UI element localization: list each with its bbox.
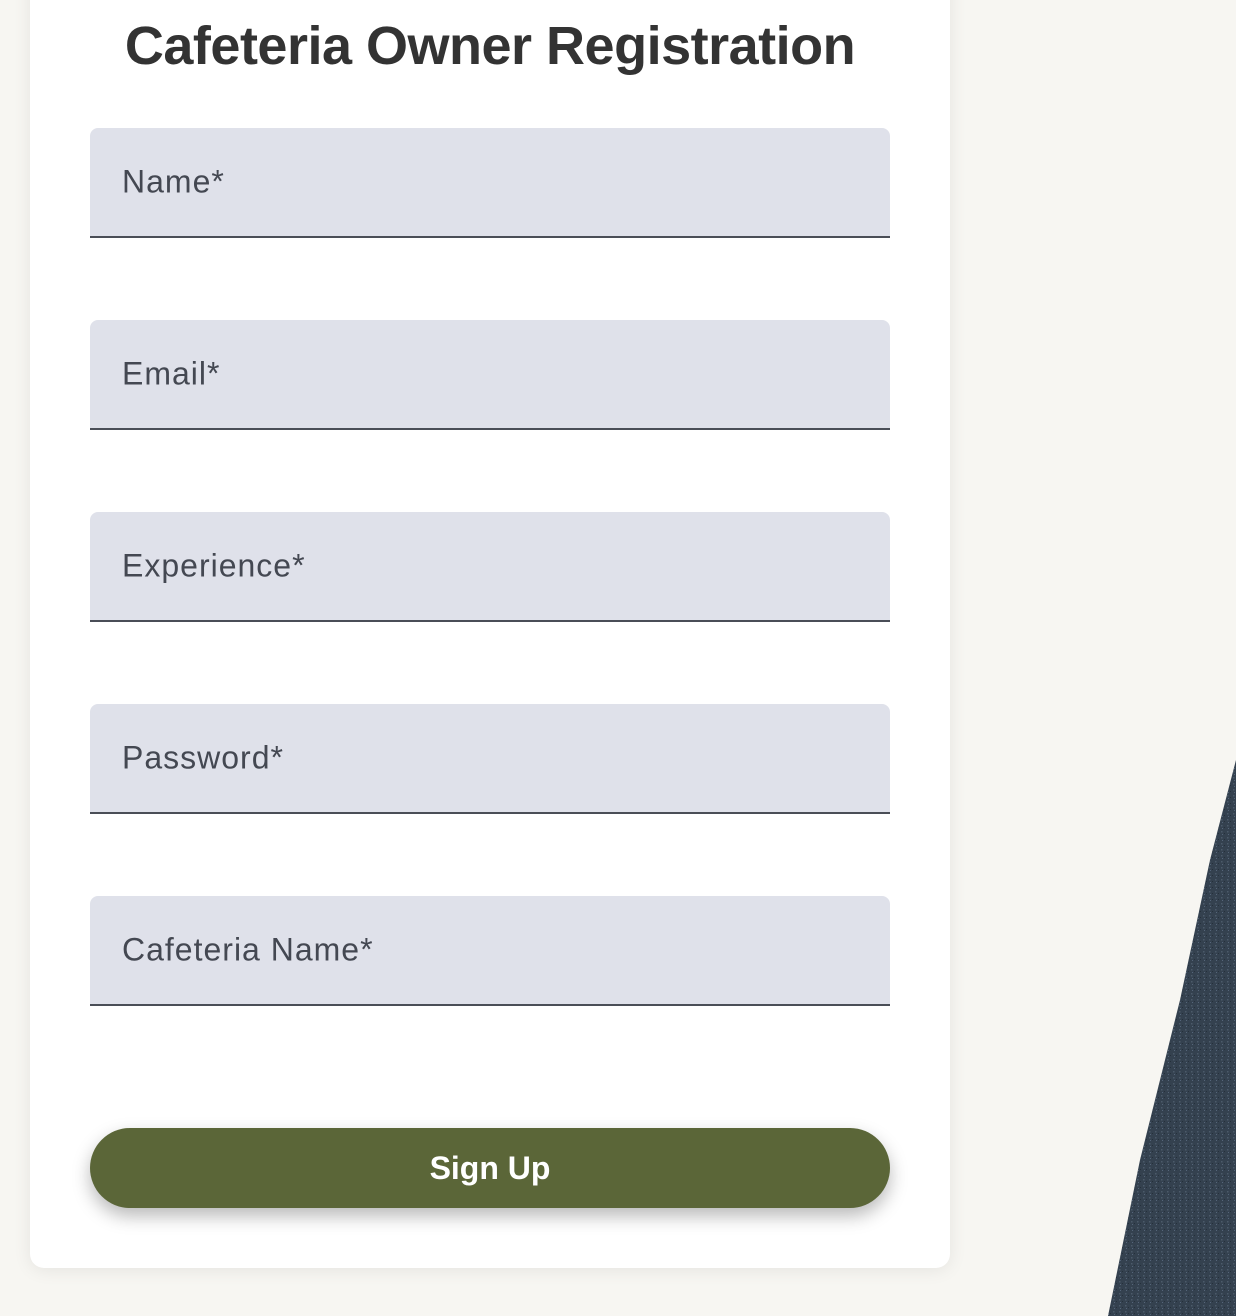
name-field-label: Name* — [122, 163, 225, 200]
email-field-label: Email* — [122, 355, 221, 392]
name-field[interactable]: Name* — [90, 128, 890, 238]
sign-up-button[interactable]: Sign Up — [90, 1128, 890, 1208]
page: Cafeteria Owner Registration Name* Email… — [0, 0, 1236, 1316]
cafeteria-name-field[interactable]: Cafeteria Name* — [90, 896, 890, 1006]
experience-field[interactable]: Experience* — [90, 512, 890, 622]
background-photo — [1108, 760, 1236, 1316]
email-field[interactable]: Email* — [90, 320, 890, 430]
experience-field-label: Experience* — [122, 547, 306, 584]
password-field-label: Password* — [122, 739, 284, 776]
page-title: Cafeteria Owner Registration — [124, 16, 856, 76]
password-field[interactable]: Password* — [90, 704, 890, 814]
cafeteria-name-field-label: Cafeteria Name* — [122, 931, 374, 968]
